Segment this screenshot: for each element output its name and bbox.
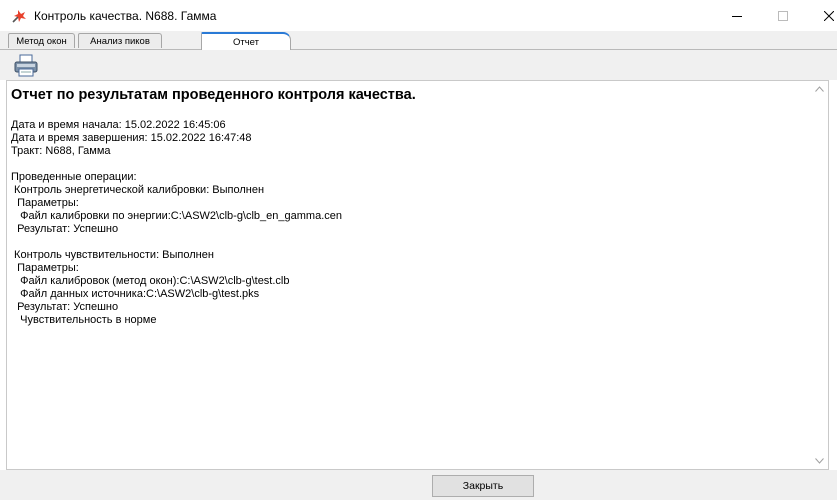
scroll-down-icon[interactable] [815,458,824,464]
operations-header: Проведенные операции: [11,171,137,183]
printer-icon [14,54,38,77]
scroll-up-icon[interactable] [815,86,824,92]
minimize-button[interactable] [714,0,760,31]
report-title: Отчет по результатам проведенного контро… [11,87,416,103]
maximize-icon [778,11,788,21]
tab-peak-analysis[interactable]: Анализ пиков [78,33,162,48]
operation-params-label: Параметры: [11,197,79,209]
quality-control-window: Контроль качества. N688. Гамма Метод око… [0,0,837,500]
start-time: Дата и время начала: 15.02.2022 16:45:06 [11,119,226,131]
tab-report[interactable]: Отчет [201,32,291,50]
operation-name: Контроль энергетической калибровки: Выпо… [11,184,265,196]
operation-result: Результат: Успешно [11,223,119,235]
print-button[interactable] [12,53,40,79]
tab-strip: Метод окон Анализ пиков Отчет [0,31,837,50]
operation-param: Файл калибровки по энергии:C:\ASW2\clb-g… [11,210,342,222]
window-title: Контроль качества. N688. Гамма [34,9,217,23]
tract: Тракт: N688, Гамма [11,145,111,157]
close-icon [824,11,834,21]
operation-result: Результат: Успешно [11,301,119,313]
report-panel: Отчет по результатам проведенного контро… [6,80,829,470]
tab-window-method[interactable]: Метод окон [8,33,75,48]
operation-param: Файл калибровок (метод окон):C:\ASW2\clb… [11,275,290,287]
end-time: Дата и время завершения: 15.02.2022 16:4… [11,132,252,144]
operation-params-label: Параметры: [11,262,79,274]
operation-extra: Чувствительность в норме [11,314,157,326]
report-content: Отчет по результатам проведенного контро… [11,87,810,327]
operation-name: Контроль чувствительности: Выполнен [11,249,214,261]
vertical-scrollbar[interactable] [811,81,828,469]
app-icon [12,10,26,23]
close-button[interactable]: Закрыть [432,475,534,497]
close-window-button[interactable] [806,0,837,31]
footer: Закрыть [0,470,837,500]
operation-param: Файл данных источника:C:\ASW2\clb-g\test… [11,288,260,300]
minimize-icon [732,16,742,17]
toolbar [0,50,837,80]
title-bar: Контроль качества. N688. Гамма [0,0,837,31]
maximize-button[interactable] [760,0,806,31]
